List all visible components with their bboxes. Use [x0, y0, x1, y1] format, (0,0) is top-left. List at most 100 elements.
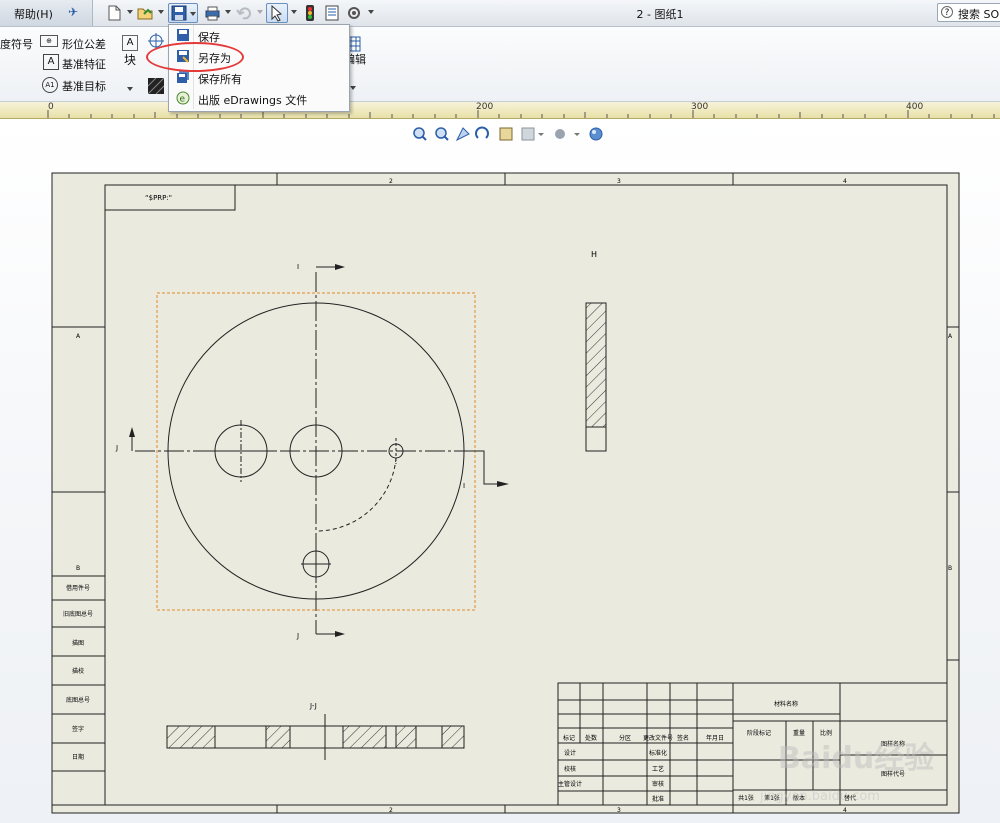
section-label-j-left: J: [115, 444, 118, 452]
undo-button[interactable]: [234, 3, 254, 23]
chevron-down-icon[interactable]: [368, 10, 374, 14]
title-block-material: 材料名称: [774, 700, 798, 708]
ruler-label-300: 300: [691, 102, 709, 112]
section-label-i-bottom: I: [463, 482, 465, 490]
datum-feature-icon: A: [43, 54, 59, 70]
menu-item-label: 出版 eDrawings 文件: [198, 94, 308, 107]
new-document-button[interactable]: [104, 3, 124, 23]
printer-icon: [205, 6, 220, 21]
sheet-border: [51, 172, 960, 814]
highlight-ellipse: [146, 42, 244, 72]
new-document-icon: [108, 5, 121, 21]
property-label-box: “$PRP:": [145, 194, 172, 202]
stamp-label: 日期: [72, 753, 84, 761]
stamp-label: 描校: [72, 667, 84, 675]
print-button[interactable]: [202, 3, 222, 23]
stamp-label: 签字: [72, 725, 84, 733]
hatch-icon: [148, 78, 164, 94]
cursor-icon: [271, 4, 283, 22]
title-block-row: 校核: [564, 765, 576, 773]
title-block-mid: 批准: [652, 795, 664, 803]
zone-col-label: 2: [389, 807, 393, 814]
title-block-header: 年月日: [706, 734, 724, 742]
symbol-button[interactable]: 度符号: [0, 36, 33, 52]
stamp-label: 底图总号: [66, 696, 90, 704]
document-title: 2 - 图纸1: [636, 8, 684, 21]
zone-col-label: 4: [843, 807, 847, 814]
file-properties-button[interactable]: [322, 3, 342, 23]
stamp-label: 借用件号: [66, 584, 90, 592]
section-view-label: J-J: [309, 702, 317, 710]
gtol-button[interactable]: 形位公差: [62, 36, 106, 52]
chevron-down-icon[interactable]: [257, 10, 263, 14]
section-label-i-top: I: [297, 263, 299, 271]
ruler-label-0: 0: [48, 102, 54, 112]
title-block-mid: 工艺: [652, 765, 664, 773]
command-ribbon: 度符号 ⊕ 形位公差 A 基准特征 A1 基准目标 A 块 编辑: [0, 27, 1000, 102]
ruler-ticks: [47, 110, 995, 118]
save-all-icon: [177, 70, 189, 83]
chevron-down-icon[interactable]: [190, 12, 196, 16]
datum-target-button[interactable]: 基准目标: [62, 78, 106, 94]
datum-feature-button[interactable]: 基准特征: [62, 56, 106, 72]
rebuild-button[interactable]: [300, 3, 320, 23]
chevron-down-icon[interactable]: [350, 86, 356, 90]
chevron-down-icon[interactable]: [127, 87, 133, 91]
title-block-row: 主管设计: [558, 780, 582, 788]
menu-help-label: 帮助(H): [14, 8, 53, 21]
chevron-down-icon[interactable]: [158, 10, 164, 14]
zone-col-label: 3: [617, 807, 621, 814]
zone-row-label: B: [76, 565, 80, 572]
edrawings-icon: e: [176, 91, 190, 105]
title-block-stage: 阶段标记: [747, 729, 771, 737]
properties-icon: [325, 5, 339, 21]
gtol-icon: ⊕: [40, 35, 58, 47]
title-block-mid: 标准化: [649, 749, 667, 757]
stamp-label: 描图: [72, 639, 84, 647]
save-button[interactable]: [168, 3, 198, 23]
pin-icon[interactable]: ✈: [68, 5, 82, 19]
select-button[interactable]: [266, 3, 288, 23]
title-block-header: 处数: [585, 734, 597, 742]
block-icon: A: [122, 35, 138, 51]
title-block-mid: 审核: [652, 780, 664, 788]
save-icon: [177, 29, 189, 41]
chevron-down-icon[interactable]: [291, 10, 297, 14]
title-block-header: 更改文件号: [643, 734, 673, 742]
view-label-h: H: [591, 250, 597, 259]
menu-help[interactable]: 帮助(H) ✈: [0, 0, 93, 26]
stamp-label: 旧底图总号: [63, 610, 93, 618]
zone-col-label: 2: [389, 178, 393, 185]
watermark-text: Baidu经验: [778, 741, 934, 776]
search-input[interactable]: ? 搜索 SOL: [937, 3, 1000, 22]
drawing-sheet[interactable]: 2 3 4 2 3 4 A B A B “$PRP:" I J J I H J-…: [0, 119, 1000, 823]
watermark-subtext: jingyan.baidu.com: [759, 789, 880, 804]
title-bar: 帮助(H) ✈ 2 - 图纸1 ? 搜索 SOL: [0, 0, 1000, 27]
ruler-label-200: 200: [476, 102, 494, 112]
chevron-down-icon[interactable]: [127, 10, 133, 14]
open-document-button[interactable]: [135, 3, 155, 23]
menu-item-edrawings[interactable]: e 出版 eDrawings 文件: [170, 89, 346, 109]
gear-icon: [348, 7, 360, 19]
undo-icon: [236, 7, 251, 20]
block-button[interactable]: 块: [124, 51, 136, 68]
section-label-j-bottom: J: [296, 632, 299, 640]
options-button[interactable]: [344, 3, 364, 23]
title-block-stage: 重量: [793, 729, 805, 737]
ruler-label-400: 400: [906, 102, 924, 112]
title-block-header: 签名: [677, 734, 689, 742]
search-label: 搜索 SOL: [958, 8, 1000, 21]
open-folder-icon: [137, 8, 153, 20]
menu-item-label: 保存所有: [198, 73, 242, 86]
datum-target-icon: A1: [42, 77, 58, 93]
zone-col-label: 4: [843, 178, 847, 185]
help-icon: ?: [941, 6, 953, 18]
title-block-header: 分区: [619, 734, 631, 742]
chevron-down-icon[interactable]: [225, 10, 231, 14]
horizontal-ruler: 0 100 200 300 400: [0, 102, 1000, 119]
title-block-row: 设计: [564, 749, 576, 757]
zone-row-label: B: [948, 565, 952, 572]
title-block-stage: 比例: [820, 729, 832, 737]
section-view-h[interactable]: [585, 302, 607, 428]
save-icon: [171, 5, 187, 21]
